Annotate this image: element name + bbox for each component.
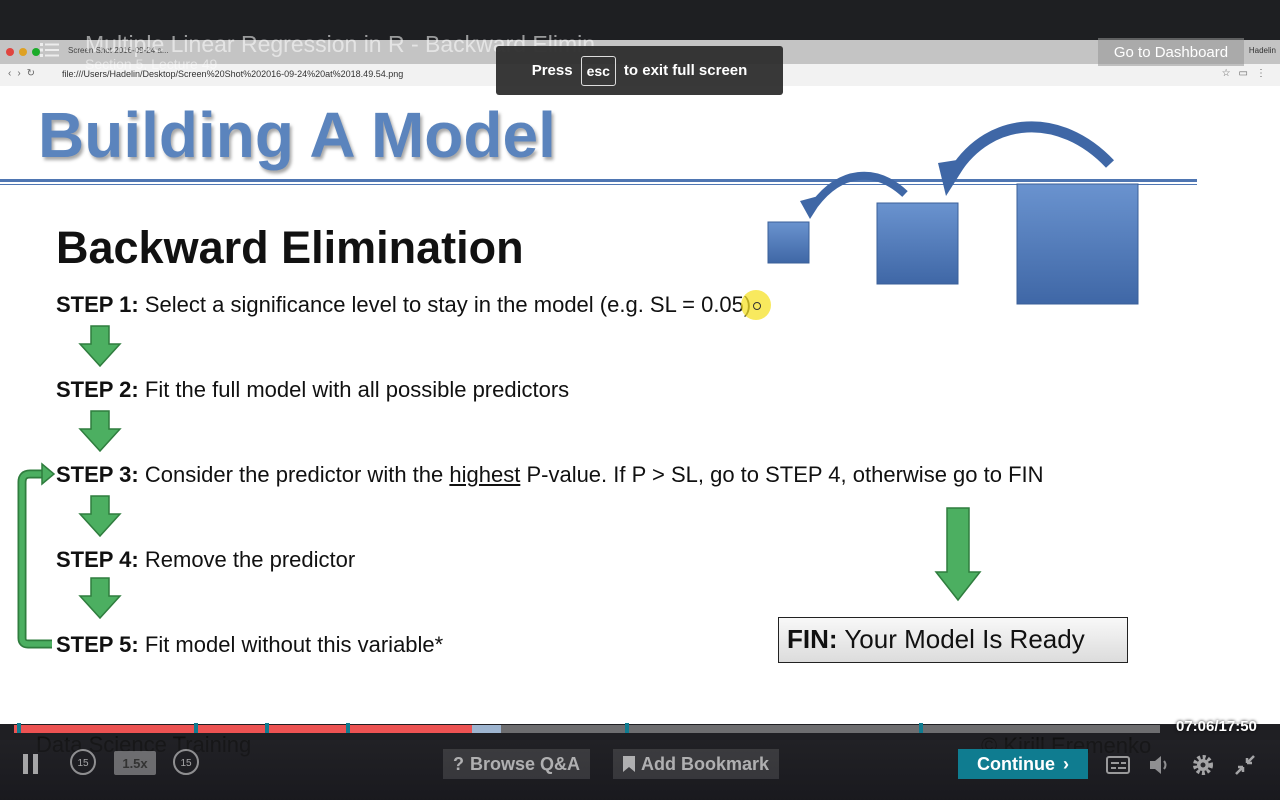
down-arrow-icon: [78, 325, 122, 368]
close-dot-icon: [6, 48, 14, 56]
step-label: STEP 1:: [56, 292, 139, 317]
settings-gear-icon[interactable]: [1190, 752, 1216, 778]
curriculum-menu-icon[interactable]: [40, 42, 60, 58]
section-heading: Backward Elimination: [56, 222, 524, 273]
step-text: Fit model without this variable*: [144, 632, 444, 657]
step-5: STEP 5: Fit model without this variable*: [56, 632, 443, 658]
chapter-marker: [624, 723, 629, 733]
large-box: [1016, 183, 1139, 305]
chapter-marker: [17, 723, 22, 733]
step-label: STEP 3:: [56, 462, 139, 487]
video-progress-bar[interactable]: [0, 723, 1280, 733]
timecode: 07:06/17:50: [1176, 718, 1257, 735]
slide-title: Building A Model: [38, 99, 556, 171]
step-1: STEP 1: Select a significance level to s…: [56, 292, 751, 318]
down-arrow-icon: [78, 410, 122, 453]
shrinking-boxes-illustration: [767, 121, 1139, 305]
progress-played: [14, 725, 473, 733]
step-label: STEP 2:: [56, 377, 139, 402]
add-bookmark-button[interactable]: Add Bookmark: [613, 749, 780, 779]
medium-box: [876, 202, 959, 285]
chapter-marker: [346, 723, 351, 733]
player-controls: 15 1.5x 15 ? Browse Q&A Add Bookmark Con…: [0, 740, 1280, 800]
toast-text-after: to exit full screen: [623, 62, 748, 79]
toast-text-before: Press: [531, 62, 573, 79]
loop-back-arrow-icon: [17, 462, 56, 649]
chapter-marker: [264, 723, 269, 733]
browser-nav-icons: ‹›↻: [8, 68, 42, 79]
slide: Building A Model Backward Elimination ST…: [0, 86, 1280, 724]
rewind-label: 15: [77, 758, 89, 769]
chevron-right-icon: ›: [1063, 753, 1069, 774]
step-text: Consider the predictor with the: [144, 462, 444, 487]
pause-icon[interactable]: [22, 752, 40, 776]
lecture-subtitle: Section 5, Lecture 49: [85, 56, 218, 72]
step-text: Select a significance level to stay in t…: [144, 292, 752, 317]
zoom-dot-icon: [32, 48, 40, 56]
step-3: STEP 3: Consider the predictor with the …: [56, 462, 1044, 488]
rewind-icon: 15: [70, 749, 96, 775]
bookmark-icon: [623, 756, 635, 772]
fin-box: FIN: Your Model Is Ready: [778, 617, 1128, 663]
small-curved-arrow: [811, 171, 908, 207]
playback-speed-button[interactable]: 1.5x: [114, 751, 156, 775]
continue-label: Continue: [977, 753, 1055, 774]
mouse-cursor-highlight: [741, 290, 771, 320]
step-2: STEP 2: Fit the full model with all poss…: [56, 377, 569, 403]
exit-fullscreen-icon[interactable]: [1232, 752, 1258, 778]
minimize-dot-icon: [19, 48, 27, 56]
step-text: Remove the predictor: [144, 547, 356, 572]
step-underlined-word: highest: [449, 462, 521, 487]
esc-key: esc: [580, 55, 616, 86]
window-controls: [6, 48, 40, 56]
fin-label: FIN:: [787, 624, 838, 654]
go-to-dashboard-button[interactable]: Go to Dashboard: [1098, 38, 1244, 66]
step-4: STEP 4: Remove the predictor: [56, 547, 355, 573]
forward-15-button[interactable]: 15: [171, 747, 201, 777]
step-label: STEP 4:: [56, 547, 139, 572]
browse-qa-button[interactable]: ? Browse Q&A: [443, 749, 591, 779]
small-arrowhead: [800, 194, 826, 219]
question-icon: ?: [453, 753, 464, 774]
step-text: P-value. If P > SL, go to STEP 4, otherw…: [526, 462, 1044, 487]
down-to-fin-arrow-icon: [934, 507, 982, 602]
down-arrow-icon: [78, 495, 122, 538]
fin-text: Your Model Is Ready: [844, 624, 1085, 654]
browse-qa-label: Browse Q&A: [470, 753, 581, 774]
big-arrowhead: [938, 158, 970, 196]
forward-icon: 15: [173, 749, 199, 775]
forward-label: 15: [180, 758, 192, 769]
fullscreen-toast: Press esc to exit full screen: [496, 46, 783, 95]
add-bookmark-label: Add Bookmark: [641, 753, 770, 774]
big-curved-arrow: [950, 121, 1114, 175]
volume-icon[interactable]: [1147, 752, 1173, 778]
step-text: Fit the full model with all possible pre…: [144, 377, 570, 402]
browser-profile: Hadelin: [1248, 46, 1276, 55]
rewind-15-button[interactable]: 15: [68, 747, 98, 777]
captions-icon[interactable]: [1105, 752, 1131, 778]
small-box: [767, 221, 810, 264]
continue-button[interactable]: Continue ›: [958, 749, 1088, 779]
browser-actions-icons: ☆▭⋮: [1221, 68, 1274, 79]
chapter-marker: [193, 723, 198, 733]
down-arrow-icon: [78, 577, 122, 620]
chapter-marker: [919, 723, 924, 733]
step-label: STEP 5:: [56, 632, 139, 657]
